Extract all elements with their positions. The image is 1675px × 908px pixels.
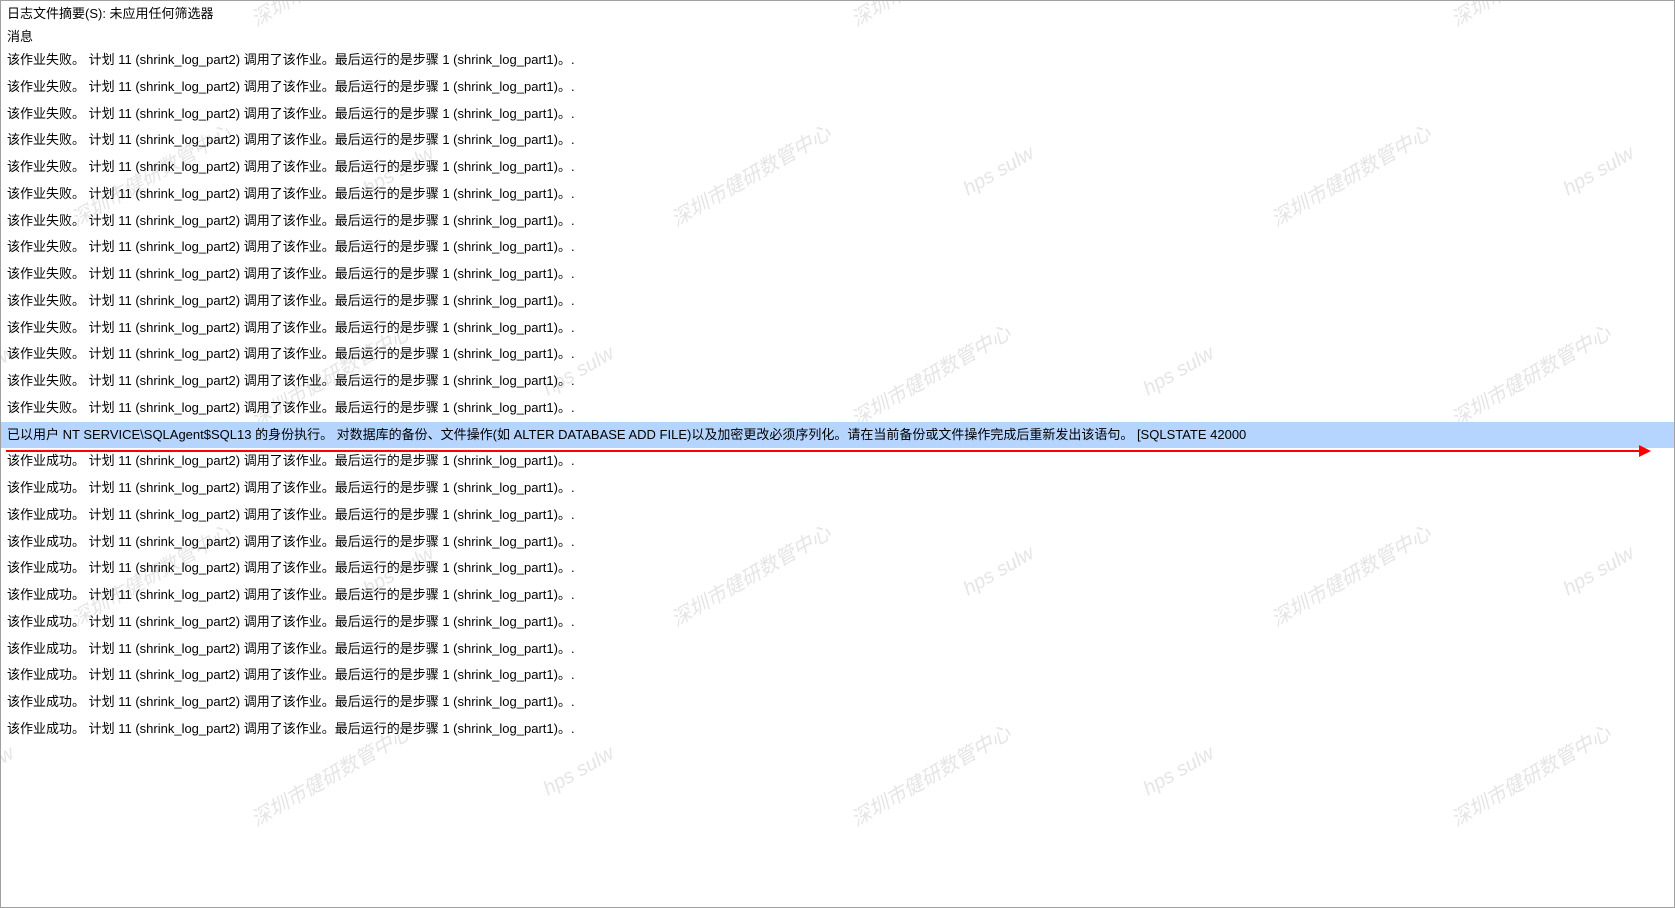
- column-header[interactable]: 消息: [1, 24, 1674, 47]
- log-row[interactable]: 该作业失败。 计划 11 (shrink_log_part2) 调用了该作业。最…: [1, 234, 1674, 261]
- log-viewer-panel: 日志文件摘要(S): 未应用任何筛选器 消息 该作业失败。 计划 11 (shr…: [0, 0, 1675, 908]
- column-message-label: 消息: [7, 29, 33, 44]
- log-row[interactable]: 该作业成功。 计划 11 (shrink_log_part2) 调用了该作业。最…: [1, 582, 1674, 609]
- summary-label: 日志文件摘要(S): 未应用任何筛选器: [7, 6, 214, 21]
- log-row[interactable]: 该作业成功。 计划 11 (shrink_log_part2) 调用了该作业。最…: [1, 475, 1674, 502]
- log-row[interactable]: 该作业失败。 计划 11 (shrink_log_part2) 调用了该作业。最…: [1, 315, 1674, 342]
- log-row[interactable]: 该作业成功。 计划 11 (shrink_log_part2) 调用了该作业。最…: [1, 609, 1674, 636]
- log-row[interactable]: 该作业成功。 计划 11 (shrink_log_part2) 调用了该作业。最…: [1, 636, 1674, 663]
- log-row[interactable]: 该作业失败。 计划 11 (shrink_log_part2) 调用了该作业。最…: [1, 127, 1674, 154]
- log-row[interactable]: 该作业成功。 计划 11 (shrink_log_part2) 调用了该作业。最…: [1, 502, 1674, 529]
- log-row[interactable]: 已以用户 NT SERVICE\SQLAgent$SQL13 的身份执行。 对数…: [1, 422, 1674, 449]
- log-row[interactable]: 该作业失败。 计划 11 (shrink_log_part2) 调用了该作业。最…: [1, 154, 1674, 181]
- log-row[interactable]: 该作业成功。 计划 11 (shrink_log_part2) 调用了该作业。最…: [1, 716, 1674, 743]
- log-row[interactable]: 该作业失败。 计划 11 (shrink_log_part2) 调用了该作业。最…: [1, 181, 1674, 208]
- log-row[interactable]: 该作业失败。 计划 11 (shrink_log_part2) 调用了该作业。最…: [1, 208, 1674, 235]
- log-list[interactable]: 该作业失败。 计划 11 (shrink_log_part2) 调用了该作业。最…: [1, 47, 1674, 907]
- log-summary-header: 日志文件摘要(S): 未应用任何筛选器: [1, 1, 1674, 24]
- log-row[interactable]: 该作业成功。 计划 11 (shrink_log_part2) 调用了该作业。最…: [1, 448, 1674, 475]
- log-row[interactable]: 该作业失败。 计划 11 (shrink_log_part2) 调用了该作业。最…: [1, 74, 1674, 101]
- log-row[interactable]: 该作业成功。 计划 11 (shrink_log_part2) 调用了该作业。最…: [1, 662, 1674, 689]
- log-row[interactable]: 该作业失败。 计划 11 (shrink_log_part2) 调用了该作业。最…: [1, 395, 1674, 422]
- log-row[interactable]: 该作业失败。 计划 11 (shrink_log_part2) 调用了该作业。最…: [1, 47, 1674, 74]
- log-row[interactable]: 该作业失败。 计划 11 (shrink_log_part2) 调用了该作业。最…: [1, 341, 1674, 368]
- log-row[interactable]: 该作业失败。 计划 11 (shrink_log_part2) 调用了该作业。最…: [1, 261, 1674, 288]
- log-row[interactable]: 该作业成功。 计划 11 (shrink_log_part2) 调用了该作业。最…: [1, 689, 1674, 716]
- log-row[interactable]: 该作业失败。 计划 11 (shrink_log_part2) 调用了该作业。最…: [1, 101, 1674, 128]
- log-row[interactable]: 该作业失败。 计划 11 (shrink_log_part2) 调用了该作业。最…: [1, 368, 1674, 395]
- log-row[interactable]: 该作业成功。 计划 11 (shrink_log_part2) 调用了该作业。最…: [1, 529, 1674, 556]
- log-row[interactable]: 该作业成功。 计划 11 (shrink_log_part2) 调用了该作业。最…: [1, 555, 1674, 582]
- log-row[interactable]: 该作业失败。 计划 11 (shrink_log_part2) 调用了该作业。最…: [1, 288, 1674, 315]
